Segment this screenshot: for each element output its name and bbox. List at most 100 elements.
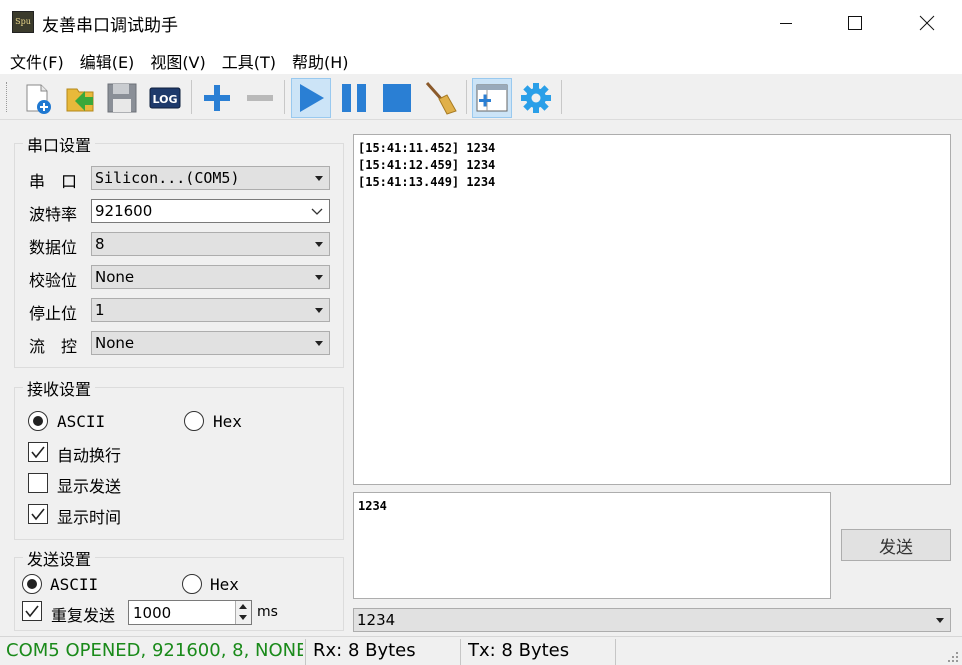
databits-label: 数据位 [29, 238, 78, 257]
stop-icon [383, 84, 411, 112]
dropdown-arrow-icon [936, 618, 944, 623]
checkmark-icon [25, 605, 39, 618]
send-ascii-label: ASCII [50, 575, 99, 594]
show-time-label: 显示时间 [57, 508, 122, 527]
repeat-interval-input[interactable]: 1000 [128, 600, 252, 625]
dropdown-arrow-icon [315, 341, 323, 346]
stepper-up-icon[interactable] [239, 604, 247, 609]
window-layout-icon [476, 84, 508, 112]
new-file-icon [26, 84, 51, 114]
flow-label: 流 控 [29, 337, 78, 356]
stepper-down-icon[interactable] [239, 615, 247, 620]
baud-select[interactable]: 921600 [91, 199, 330, 223]
receive-hex-radio[interactable] [184, 411, 204, 431]
chevron-down-icon [311, 208, 323, 215]
clear-button[interactable] [420, 78, 460, 118]
add-button[interactable] [197, 78, 237, 118]
new-button[interactable] [16, 78, 56, 118]
dropdown-arrow-icon [315, 176, 323, 181]
log-line: [15:41:13.449] 1234 [358, 175, 496, 189]
maximize-icon [848, 16, 862, 30]
open-folder-icon [66, 88, 94, 112]
log-icon: LOG [149, 87, 181, 109]
port-select[interactable]: Silicon...(COM5) [91, 166, 330, 190]
maximize-button[interactable] [820, 0, 890, 46]
checkmark-icon [31, 446, 45, 459]
receive-settings-title: 接收设置 [23, 376, 96, 400]
receive-hex-label: Hex [213, 412, 242, 431]
window-title: 友善串口调试助手 [42, 16, 178, 36]
dropdown-arrow-icon [315, 242, 323, 247]
databits-select[interactable]: 8 [91, 232, 330, 256]
serial-settings-title: 串口设置 [23, 132, 96, 156]
stop-button[interactable] [377, 78, 417, 118]
pause-icon [342, 84, 366, 112]
connection-status: COM5 OPENED, 921600, 8, NONE, 1, OFF [6, 640, 303, 661]
rx-counter: Rx: 8 Bytes [313, 640, 416, 661]
menu-view[interactable]: 视图(V) [142, 46, 213, 74]
show-send-checkbox[interactable] [28, 473, 48, 493]
send-ascii-radio[interactable] [22, 574, 42, 594]
parity-label: 校验位 [29, 271, 78, 290]
open-button[interactable] [60, 78, 100, 118]
send-input[interactable]: 1234 [353, 492, 831, 599]
resize-grip-icon[interactable] [947, 651, 959, 663]
start-button[interactable] [291, 78, 331, 118]
remove-button[interactable] [240, 78, 280, 118]
send-button[interactable]: 发送 [841, 529, 951, 561]
toolbar: LOG [0, 74, 962, 120]
menu-file[interactable]: 文件(F) [2, 46, 72, 74]
status-bar: COM5 OPENED, 921600, 8, NONE, 1, OFF Rx:… [0, 636, 962, 665]
parity-select[interactable]: None [91, 265, 330, 289]
send-history-select[interactable]: 1234 [353, 608, 951, 632]
title-bar: Spu 友善串口调试助手 [0, 0, 962, 46]
interval-stepper[interactable] [235, 601, 251, 624]
auto-newline-label: 自动换行 [57, 446, 122, 465]
layout-button[interactable] [472, 78, 512, 118]
baud-label: 波特率 [29, 205, 78, 224]
port-label: 串 口 [29, 172, 78, 191]
show-send-label: 显示发送 [57, 477, 122, 496]
app-icon: Spu [12, 11, 34, 33]
gear-icon [521, 83, 551, 113]
save-button[interactable] [102, 78, 142, 118]
checkmark-icon [31, 508, 45, 521]
svg-text:LOG: LOG [153, 93, 178, 106]
pause-button[interactable] [334, 78, 374, 118]
repeat-send-checkbox[interactable] [22, 601, 42, 621]
flow-select[interactable]: None [91, 331, 330, 355]
close-button[interactable] [892, 0, 962, 46]
receive-ascii-radio[interactable] [28, 411, 48, 431]
menu-edit[interactable]: 编辑(E) [72, 46, 143, 74]
repeat-send-label: 重复发送 [51, 606, 116, 625]
minimize-button[interactable] [751, 0, 821, 46]
receive-ascii-label: ASCII [57, 412, 106, 431]
send-hex-radio[interactable] [182, 574, 202, 594]
log-button[interactable]: LOG [145, 78, 185, 118]
show-time-checkbox[interactable] [28, 504, 48, 524]
menu-bar: 文件(F) 编辑(E) 视图(V) 工具(T) 帮助(H) [0, 46, 962, 74]
send-text: 1234 [358, 499, 387, 513]
toolbar-grip[interactable] [6, 82, 9, 112]
send-hex-label: Hex [210, 575, 239, 594]
log-line: [15:41:12.459] 1234 [358, 158, 496, 172]
close-icon [919, 15, 935, 31]
plus-icon [204, 85, 230, 111]
broom-icon [425, 82, 457, 115]
settings-button[interactable] [516, 78, 556, 118]
menu-help[interactable]: 帮助(H) [284, 46, 357, 74]
dropdown-arrow-icon [315, 308, 323, 313]
stopbits-label: 停止位 [29, 304, 78, 323]
minus-icon [247, 95, 273, 101]
play-icon [300, 84, 324, 112]
auto-newline-checkbox[interactable] [28, 442, 48, 462]
stopbits-select[interactable]: 1 [91, 298, 330, 322]
dropdown-arrow-icon [315, 275, 323, 280]
menu-tools[interactable]: 工具(T) [214, 46, 284, 74]
log-line: [15:41:11.452] 1234 [358, 141, 496, 155]
interval-unit: ms [257, 604, 278, 620]
save-icon [107, 83, 137, 113]
minimize-icon [780, 23, 792, 24]
receive-log[interactable]: [15:41:11.452] 1234 [15:41:12.459] 1234 … [353, 134, 951, 485]
send-settings-title: 发送设置 [23, 546, 96, 570]
